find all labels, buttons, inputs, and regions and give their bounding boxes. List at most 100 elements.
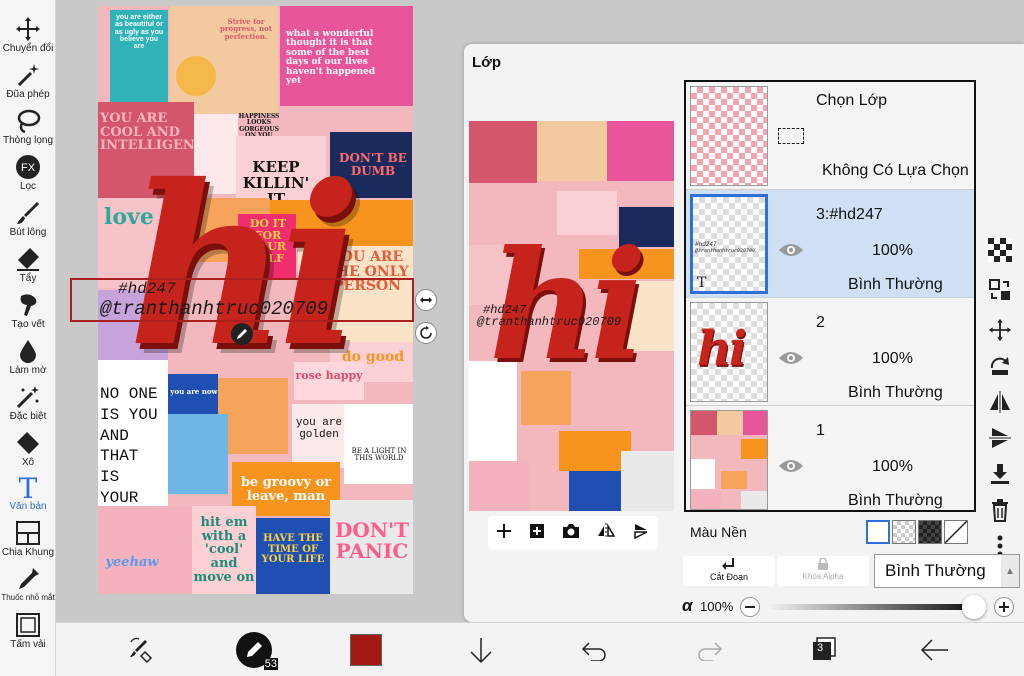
tool-label: Đặc biệt [9, 411, 47, 422]
undo-icon [581, 642, 606, 661]
add-layer-button[interactable] [495, 522, 513, 545]
alpha-lock-button[interactable]: Khóa Alpha [777, 556, 869, 586]
flip-layer-button[interactable] [596, 522, 616, 545]
back-button[interactable] [918, 633, 952, 667]
layer-row-3[interactable]: #hd247 @tranthanhtruc020709 T 3:#hd247 1… [686, 190, 974, 298]
duplicate-layer-button[interactable] [528, 522, 546, 545]
visibility-toggle[interactable] [778, 350, 804, 371]
thumb-stamp-line2: @tranthanhtruc020709 [695, 248, 756, 254]
layer-count: 3 [817, 642, 824, 654]
edit-handle[interactable] [231, 323, 253, 345]
magic-wand-icon [15, 62, 41, 88]
merge-down-icon [991, 464, 1009, 484]
tile-groovy-text: be groovy or leave, man [240, 475, 332, 504]
brush-eraser-switch-button[interactable] [124, 633, 158, 667]
lock-icon [818, 557, 828, 570]
delete-layer-button[interactable] [986, 496, 1014, 524]
background-label: Màu Nền [690, 524, 747, 540]
undo-button[interactable] [578, 633, 612, 667]
minus-icon [745, 606, 755, 608]
tool-text[interactable]: T Văn bản [0, 474, 56, 518]
tool-label: Văn bản [9, 501, 47, 512]
eye-icon [779, 352, 803, 364]
tool-brush[interactable]: Bút lông [0, 200, 56, 244]
flip-vertical-button[interactable] [986, 424, 1014, 452]
tool-smudge[interactable]: Tạo vết [0, 292, 56, 336]
blur-icon [15, 338, 41, 364]
selection-layer-row[interactable]: Chọn Lớp Không Có Lựa Chọn [686, 82, 974, 190]
pencil-icon [237, 329, 247, 339]
clipping-label: Cắt Đoạn [709, 572, 749, 582]
opacity-track[interactable] [768, 604, 974, 610]
flip-vertical-icon [989, 428, 1011, 448]
tool-special[interactable]: Đặc biệt [0, 384, 56, 428]
tile-yeehaw-text: yeehaw [105, 555, 159, 570]
brush-size-button[interactable]: 53 [236, 632, 278, 670]
tile-strive-text: Strive for progress, not perfection. [219, 17, 273, 41]
tool-frame-divider[interactable]: Chia Khung [0, 520, 56, 564]
move-layer-button[interactable] [986, 316, 1014, 344]
tool-label: Xô [21, 457, 35, 468]
flip-horizontal-button[interactable] [986, 388, 1014, 416]
tool-lasso[interactable]: Thòng lọng [0, 108, 56, 152]
rotate-layer-tool-button[interactable] [986, 352, 1014, 380]
background-dark-checker-swatch[interactable] [918, 520, 942, 544]
tile-golden-text: you are golden [295, 417, 343, 441]
layer-row-1[interactable]: 1 100% Bình Thường [686, 406, 974, 510]
stamp-line1: #hd247 [118, 280, 176, 298]
clipping-button[interactable]: Cắt Đoạn [683, 556, 775, 586]
selection-marquee-icon [778, 128, 804, 144]
visibility-toggle[interactable] [778, 458, 804, 479]
color-swatch-button[interactable] [350, 634, 382, 666]
tile-light-text: BE A LIGHT IN THIS WORLD [351, 447, 407, 463]
rotate-icon [420, 326, 432, 339]
tool-label: Chuyển đổi [2, 43, 54, 54]
checkerboard-button[interactable] [986, 236, 1014, 264]
tool-magic-wand[interactable]: Đũa phép [0, 62, 56, 106]
layer-name: 3:#hd247 [816, 206, 883, 223]
layer-thumbnail [690, 410, 768, 510]
layer-row-2[interactable]: hi 2 100% Bình Thường [686, 298, 974, 406]
background-color-row: Màu Nền [684, 514, 976, 550]
flip-horizontal-icon [990, 391, 1010, 413]
tool-eyedropper[interactable]: Thuốc nhỏ mắt [0, 566, 56, 610]
tool-sidebar: Chuyển đổi Đũa phép Thòng lọng FX Lọc Bú… [0, 0, 56, 676]
resize-handle[interactable] [415, 289, 437, 311]
merge-down-button[interactable] [986, 460, 1014, 488]
rotate-handle[interactable] [415, 322, 437, 344]
redo-button[interactable] [692, 633, 726, 667]
tool-label: Bút lông [9, 227, 47, 238]
tool-label: Thuốc nhỏ mắt [1, 593, 55, 602]
background-checker-swatch[interactable] [892, 520, 916, 544]
canvas-preview: hi #hd247 @tranthanhtruc020709 [469, 121, 674, 511]
import-photo-button[interactable] [561, 522, 581, 545]
swap-layer-button[interactable] [986, 276, 1014, 304]
import-down-button[interactable] [464, 633, 498, 667]
tool-eraser[interactable]: Tẩy [0, 246, 56, 290]
eyedropper-icon [15, 566, 41, 592]
bottom-toolbar: 53 3 [56, 622, 1024, 676]
background-white-swatch[interactable] [866, 520, 890, 544]
opacity-increase-button[interactable] [994, 597, 1014, 617]
plus-icon [999, 602, 1009, 612]
layer-opacity: 100% [872, 242, 913, 259]
opacity-decrease-button[interactable] [740, 597, 760, 617]
rotate-icon [990, 357, 1009, 375]
layer-thumbnail: hi [690, 302, 768, 402]
background-none-swatch[interactable] [944, 520, 968, 544]
blend-mode-value: Bình Thường [885, 561, 986, 580]
tile-either-text: you are either as beautiful or as ugly a… [114, 14, 164, 51]
stamp-line2: @tranthanhtruc020709 [100, 298, 329, 320]
tool-canvas[interactable]: Tấm vải [0, 612, 56, 656]
layers-button[interactable]: 3 [806, 633, 840, 667]
tool-filter[interactable]: FX Lọc [0, 154, 56, 198]
opacity-knob[interactable] [962, 595, 986, 619]
layer-name: 2 [816, 314, 825, 331]
tool-blur[interactable]: Làm mờ [0, 338, 56, 382]
rotate-layer-button[interactable] [631, 522, 651, 545]
tool-bucket[interactable]: Xô [0, 430, 56, 474]
visibility-toggle[interactable] [778, 242, 804, 263]
selection-status: Không Có Lựa Chọn [822, 162, 969, 179]
blend-mode-select[interactable]: Bình Thường ▲ [874, 554, 1020, 588]
tool-transform[interactable]: Chuyển đổi [0, 16, 56, 60]
